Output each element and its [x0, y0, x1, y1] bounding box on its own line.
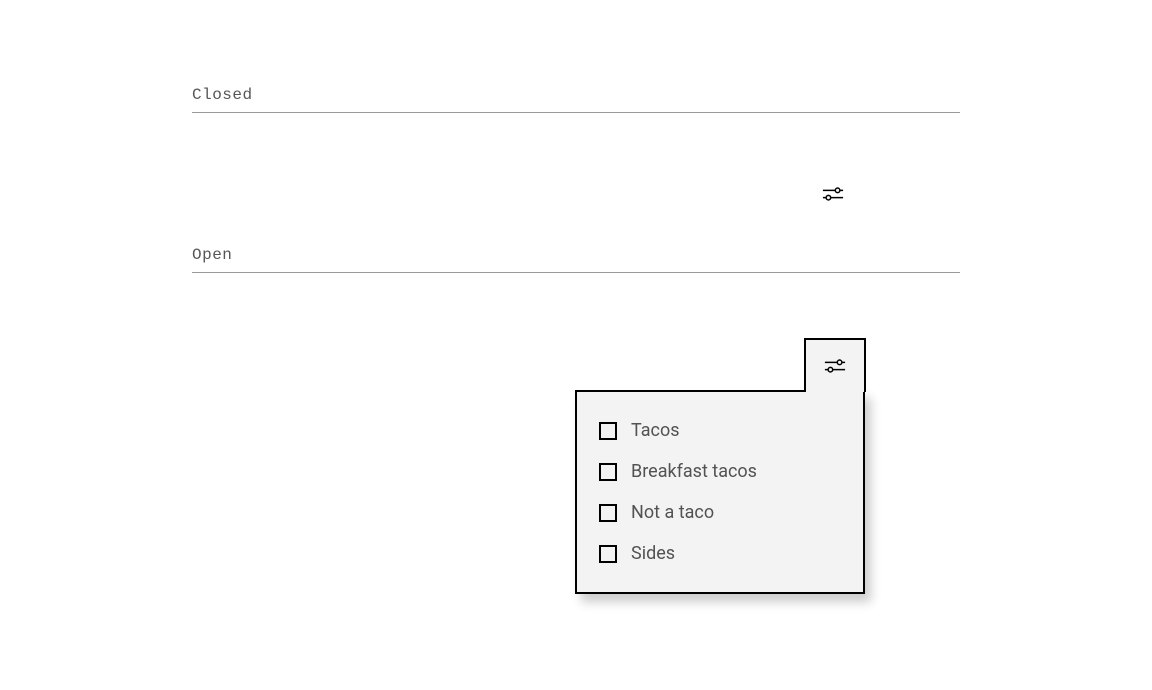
- checkbox[interactable]: [599, 422, 617, 440]
- open-section: Open: [192, 246, 960, 273]
- filter-option[interactable]: Sides: [599, 533, 841, 574]
- sliders-icon: [822, 185, 844, 203]
- filter-panel-body: Tacos Breakfast tacos Not a taco Sides: [575, 390, 865, 594]
- closed-section: Closed: [192, 86, 960, 113]
- settings-toggle-open[interactable]: [804, 338, 866, 392]
- filter-option[interactable]: Tacos: [599, 410, 841, 451]
- open-section-label: Open: [192, 246, 960, 264]
- checkbox[interactable]: [599, 463, 617, 481]
- filter-option[interactable]: Breakfast tacos: [599, 451, 841, 492]
- closed-section-label: Closed: [192, 86, 960, 104]
- filter-option[interactable]: Not a taco: [599, 492, 841, 533]
- checkbox[interactable]: [599, 545, 617, 563]
- filter-option-label: Not a taco: [631, 502, 714, 523]
- filter-option-label: Sides: [631, 543, 675, 564]
- settings-toggle-closed[interactable]: [822, 183, 844, 205]
- checkbox[interactable]: [599, 504, 617, 522]
- sliders-icon: [824, 357, 846, 375]
- filter-panel: Tacos Breakfast tacos Not a taco Sides: [575, 338, 865, 594]
- divider: [192, 272, 960, 273]
- divider: [192, 112, 960, 113]
- filter-option-label: Tacos: [631, 420, 680, 441]
- filter-option-label: Breakfast tacos: [631, 461, 757, 482]
